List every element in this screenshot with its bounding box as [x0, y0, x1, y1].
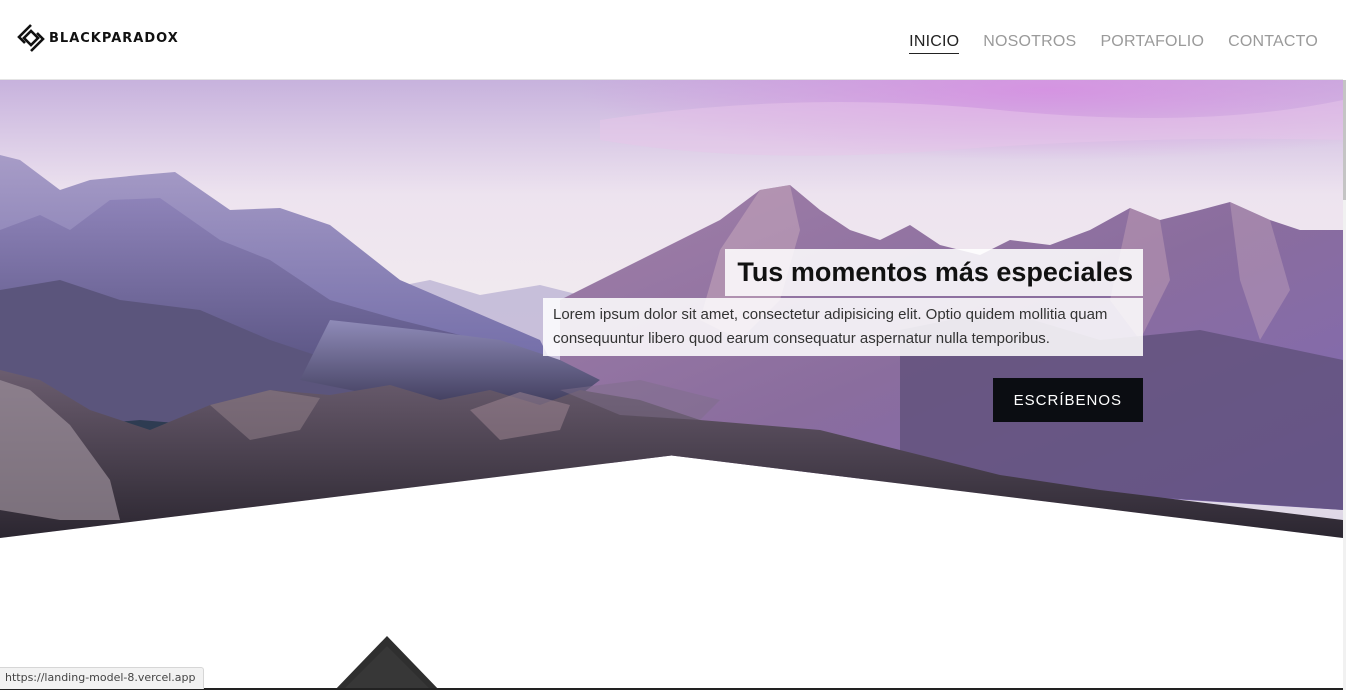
nav-item-portafolio[interactable]: PORTAFOLIO [1100, 33, 1204, 54]
hero-description: Lorem ipsum dolor sit amet, consectetur … [543, 298, 1143, 356]
main-nav: INICIO NOSOTROS PORTAFOLIO CONTACTO [909, 33, 1318, 54]
brand-logo-link[interactable]: BLACKPARADOX [16, 23, 179, 53]
brand-name: BLACKPARADOX [49, 30, 179, 46]
link-preview-status: https://landing-model-8.vercel.app [0, 667, 204, 689]
triangle-decoration-icon [334, 636, 440, 690]
nav-item-contacto[interactable]: CONTACTO [1228, 33, 1318, 54]
cta-button[interactable]: ESCRÍBENOS [992, 378, 1143, 422]
hero-content: Tus momentos más especiales Lorem ipsum … [543, 249, 1143, 422]
nav-item-inicio[interactable]: INICIO [909, 33, 960, 54]
paradox-logo-icon [17, 24, 45, 52]
landing-page: BLACKPARADOX INICIO NOSOTROS PORTAFOLIO … [0, 0, 1346, 690]
site-header: BLACKPARADOX INICIO NOSOTROS PORTAFOLIO … [0, 0, 1343, 80]
hero-title: Tus momentos más especiales [725, 249, 1143, 296]
nav-item-nosotros[interactable]: NOSOTROS [983, 33, 1076, 54]
